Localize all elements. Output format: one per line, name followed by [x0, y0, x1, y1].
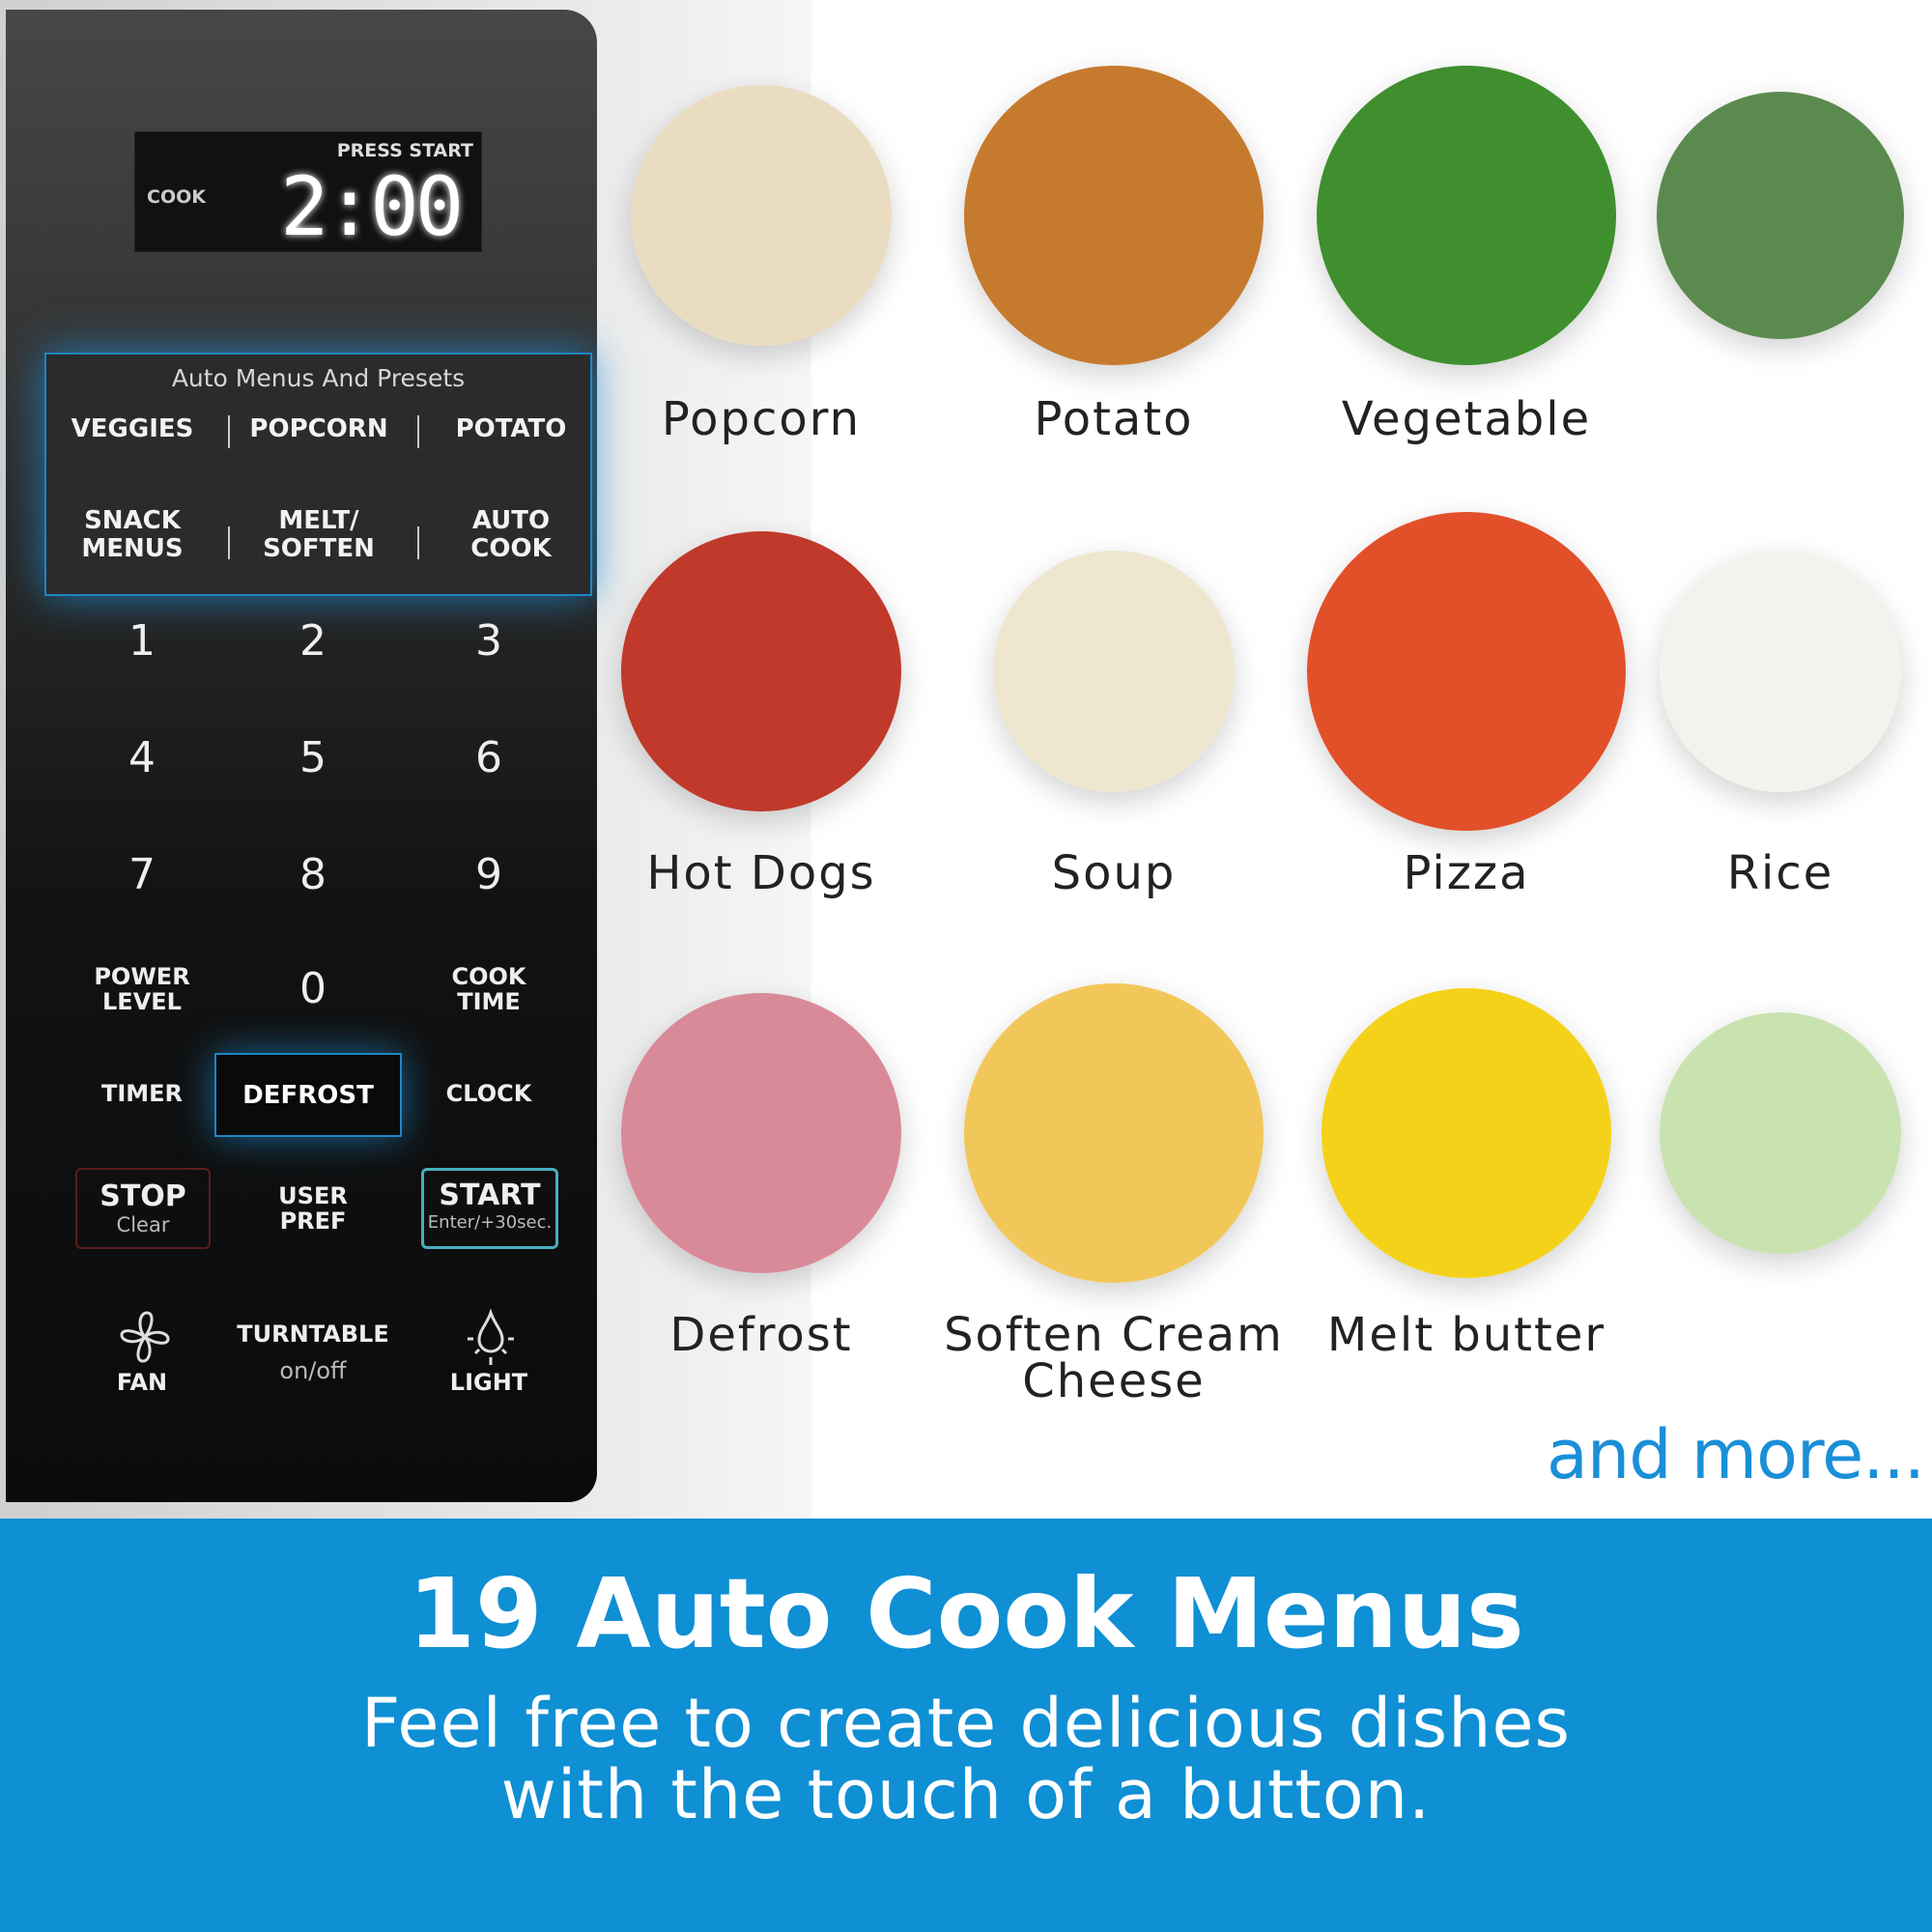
banner: 19 Auto Cook Menus Feel free to create d… — [0, 1519, 1932, 1932]
food-label: Popcorn — [661, 392, 862, 446]
food-label: Soup — [1051, 846, 1177, 900]
food-image-pizza — [1307, 512, 1626, 831]
display-time: 2:00 — [280, 159, 464, 254]
food-image-soup — [993, 551, 1235, 792]
display: COOK PRESS START 2:00 — [134, 131, 482, 254]
food-label: Potato — [1034, 392, 1194, 446]
food-image-soften-cream-cheese — [964, 983, 1264, 1283]
subtitle-line-1: Feel free to create delicious dishes — [360, 1684, 1571, 1763]
auto-menu-popcorn[interactable]: POPCORN — [222, 415, 415, 443]
food-image-hot-dogs — [621, 531, 901, 811]
power-level-button[interactable]: POWER LEVEL — [65, 964, 219, 1015]
separator — [228, 415, 230, 448]
user-pref-button[interactable]: USER PREF — [236, 1183, 390, 1235]
food-label: Hot Dogs — [646, 846, 876, 900]
food-image-popcorn — [631, 85, 892, 346]
food-label: Pizza — [1403, 846, 1530, 900]
key-3[interactable]: 3 — [450, 617, 527, 665]
subtitle-line-2: with the touch of a button. — [500, 1755, 1432, 1834]
start-label: START — [439, 1179, 541, 1212]
food-label: Defrost — [669, 1308, 853, 1362]
key-1[interactable]: 1 — [103, 617, 181, 665]
turntable-button[interactable]: TURNTABLE — [216, 1321, 410, 1348]
light-bulb-icon — [468, 1309, 514, 1365]
separator — [417, 415, 419, 448]
food-image-item — [1660, 1012, 1901, 1254]
food-image-melt-butter — [1321, 988, 1611, 1278]
food-image-item — [1657, 92, 1904, 339]
separator — [417, 526, 419, 559]
auto-menu-auto-cook[interactable]: AUTO COOK — [414, 507, 608, 562]
auto-menu-melt-soften[interactable]: MELT/ SOFTEN — [222, 507, 415, 562]
food-image-defrost — [621, 993, 901, 1273]
defrost-button[interactable]: DEFROST — [214, 1053, 402, 1137]
start-sub: Enter/+30sec. — [427, 1212, 553, 1233]
stop-button[interactable]: STOP Clear — [75, 1168, 211, 1249]
key-0[interactable]: 0 — [274, 965, 352, 1012]
cook-time-button[interactable]: COOK TIME — [412, 964, 566, 1015]
light-button[interactable]: LIGHT — [412, 1370, 566, 1396]
banner-title: 19 Auto Cook Menus — [408, 1557, 1524, 1670]
stop-label: STOP — [99, 1179, 186, 1213]
auto-menu-snack-menus[interactable]: SNACK MENUS — [36, 507, 229, 562]
food-image-potato — [964, 66, 1264, 365]
auto-menu-potato[interactable]: POTATO — [414, 415, 608, 443]
food-label: Melt butter — [1326, 1308, 1606, 1362]
key-5[interactable]: 5 — [274, 734, 352, 781]
food-label: Vegetable — [1341, 392, 1592, 446]
key-2[interactable]: 2 — [274, 617, 352, 665]
key-6[interactable]: 6 — [450, 734, 527, 781]
auto-menu-title: Auto Menus And Presets — [171, 364, 466, 392]
separator — [228, 526, 230, 559]
food-label: Soften Cream Cheese — [944, 1308, 1284, 1408]
clock-button[interactable]: CLOCK — [412, 1081, 566, 1107]
fan-button[interactable]: FAN — [65, 1370, 219, 1396]
and-more-text: and more... — [1546, 1415, 1925, 1494]
key-7[interactable]: 7 — [103, 851, 181, 898]
key-9[interactable]: 9 — [450, 851, 527, 898]
stop-sub: Clear — [116, 1213, 170, 1236]
food-image-vegetable — [1317, 66, 1616, 365]
timer-button[interactable]: TIMER — [65, 1081, 219, 1107]
fan-icon — [120, 1311, 170, 1363]
key-4[interactable]: 4 — [103, 734, 181, 781]
food-image-rice — [1660, 551, 1901, 792]
turntable-sub: on/off — [279, 1357, 347, 1384]
key-8[interactable]: 8 — [274, 851, 352, 898]
auto-menu-veggies[interactable]: VEGGIES — [36, 415, 229, 443]
display-mode: COOK — [147, 186, 206, 208]
display-status: PRESS START — [336, 140, 473, 161]
food-label: Rice — [1726, 846, 1834, 900]
banner-subtitle: Feel free to create delicious dishes with… — [0, 1688, 1932, 1831]
start-button[interactable]: START Enter/+30sec. — [421, 1168, 558, 1249]
